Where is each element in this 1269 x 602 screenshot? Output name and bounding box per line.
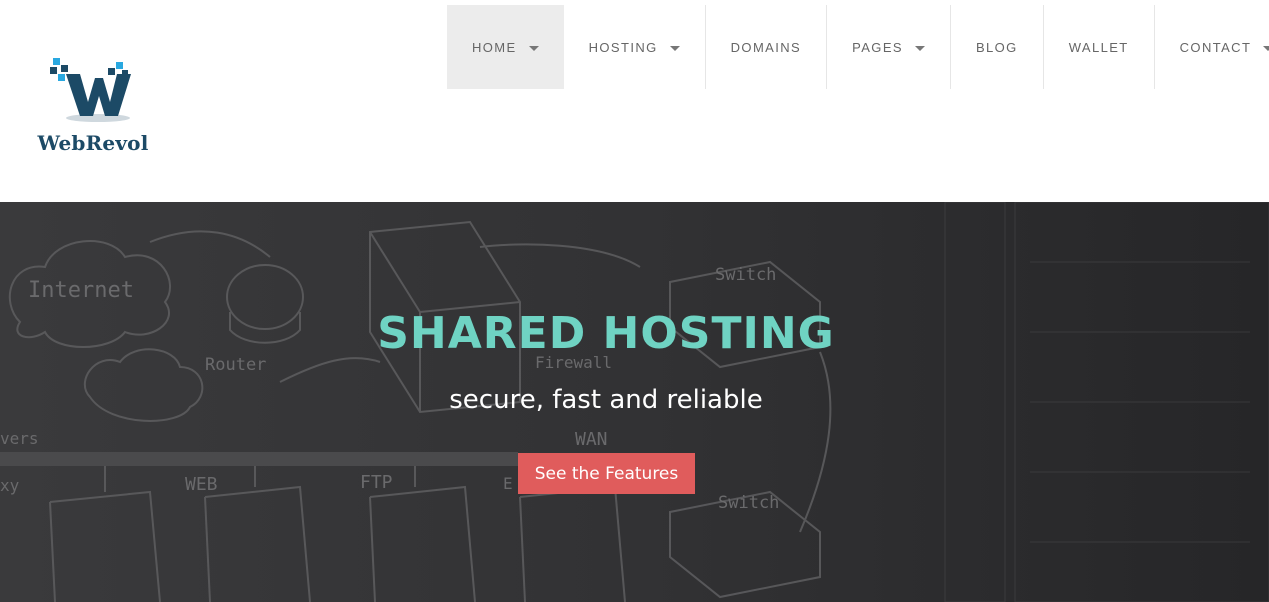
- nav-item-label: BLOG: [975, 39, 1018, 55]
- divider-bar: [0, 452, 518, 466]
- chevron-down-icon: [914, 45, 925, 51]
- sketch-label-wan: WAN: [575, 429, 608, 450]
- nav-item-label: HOME: [472, 39, 517, 55]
- sketch-label-e: E: [503, 474, 513, 493]
- sketch-label-internet: Internet: [28, 278, 134, 303]
- main-nav: HOME HOSTING DOMAINS PAGES BLOG WALLET C…: [447, 5, 1269, 89]
- sketch-label-vers: vers: [0, 429, 39, 448]
- hero-title: SHARED HOSTING: [377, 308, 835, 359]
- nav-item-hosting[interactable]: HOSTING: [564, 5, 706, 89]
- see-features-button[interactable]: See the Features: [518, 453, 695, 494]
- sketch-label-xy: xy: [0, 476, 20, 495]
- hero-banner: Internet Router Switch Firewall WAN Swit…: [0, 202, 1269, 602]
- logo-text: WebRevol: [37, 131, 149, 155]
- nav-item-label: HOSTING: [588, 39, 658, 55]
- nav-item-domains[interactable]: DOMAINS: [706, 5, 828, 89]
- nav-item-label: WALLET: [1068, 39, 1129, 55]
- chevron-down-icon: [528, 45, 539, 51]
- nav-item-pages[interactable]: PAGES: [827, 5, 951, 89]
- chevron-down-icon: [1263, 45, 1269, 51]
- sketch-label-web: WEB: [185, 474, 218, 495]
- sketch-label-ftp: FTP: [360, 472, 393, 493]
- sketch-label-switch-top: Switch: [715, 265, 776, 285]
- nav-item-wallet[interactable]: WALLET: [1044, 5, 1155, 89]
- nav-item-blog[interactable]: BLOG: [951, 5, 1044, 89]
- pixel-w-logo-icon: [50, 58, 131, 122]
- site-header: WebRevol HOME HOSTING DOMAINS PAGES BLOG…: [0, 0, 1269, 202]
- nav-item-label: CONTACT: [1179, 39, 1252, 55]
- nav-item-home[interactable]: HOME: [447, 5, 564, 89]
- nav-item-label: DOMAINS: [730, 39, 802, 55]
- nav-item-contact[interactable]: CONTACT: [1155, 5, 1269, 89]
- chevron-down-icon: [669, 45, 680, 51]
- hero-subtitle: secure, fast and reliable: [449, 385, 763, 415]
- nav-item-label: PAGES: [852, 39, 903, 55]
- site-logo[interactable]: WebRevol: [28, 56, 158, 156]
- sketch-label-switch-bottom: Switch: [718, 493, 779, 513]
